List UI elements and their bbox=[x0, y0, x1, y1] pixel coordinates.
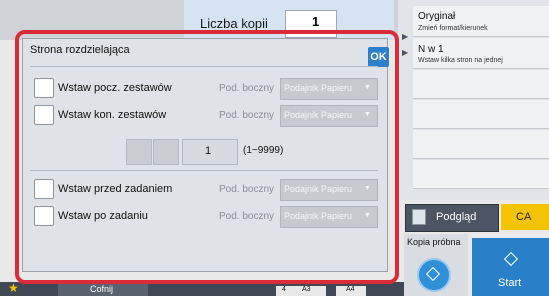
dialog-title: Strona rozdzielająca bbox=[30, 44, 130, 56]
increment-button[interactable] bbox=[153, 139, 179, 165]
tray-label: 4 bbox=[282, 286, 286, 293]
insert-after-job-checkbox[interactable] bbox=[34, 206, 54, 226]
copies-label: Liczba kopii bbox=[200, 16, 268, 31]
undo-label: Cofnij bbox=[90, 284, 114, 294]
paper-tray-value: Podajnik Papieru bbox=[284, 184, 353, 194]
tray-indicator bbox=[296, 286, 326, 296]
preview-icon bbox=[412, 209, 426, 225]
divider bbox=[30, 66, 378, 67]
right-panel-empty-item bbox=[413, 100, 549, 129]
clear-all-label: CA bbox=[516, 211, 532, 223]
side-tray-label: Pod. boczny bbox=[219, 110, 275, 121]
side-tray-label: Pod. boczny bbox=[219, 184, 275, 195]
paper-tray-value: Podajnik Papieru bbox=[284, 83, 353, 93]
dropdown-arrow-icon: ▼ bbox=[364, 111, 371, 118]
tray-label: A4 bbox=[346, 286, 355, 293]
dropdown-arrow-icon: ▼ bbox=[364, 185, 371, 192]
right-panel-empty-item bbox=[413, 70, 549, 99]
quantity-value: 1 bbox=[205, 145, 212, 157]
ok-button[interactable]: OK bbox=[368, 47, 389, 67]
right-panel-empty-item bbox=[413, 160, 549, 189]
star-icon[interactable]: ★ bbox=[8, 281, 19, 295]
dropdown-arrow-icon: ▼ bbox=[364, 212, 371, 219]
side-tray-label: Pod. boczny bbox=[219, 83, 275, 94]
play-arrow-icon: ▶ bbox=[402, 48, 409, 57]
side-tray-label: Pod. boczny bbox=[219, 211, 275, 222]
trial-copy-label: Kopia próbna bbox=[407, 237, 461, 247]
paper-tray-value: Podajnik Papieru bbox=[284, 110, 353, 120]
insert-start-label: Wstaw pocz. zestawów bbox=[58, 82, 172, 94]
start-label: Start bbox=[498, 277, 522, 289]
insert-before-job-checkbox[interactable] bbox=[34, 179, 54, 199]
n-up-subtitle: Wstaw kilka stron na jednej bbox=[418, 57, 503, 64]
play-arrow-icon: ▶ bbox=[402, 32, 409, 41]
insert-after-job-label: Wstaw po zadaniu bbox=[58, 210, 148, 222]
tray-label: A3 bbox=[302, 286, 311, 293]
paper-tray-value: Podajnik Papieru bbox=[284, 211, 353, 221]
decrement-button[interactable] bbox=[126, 139, 152, 165]
divider bbox=[30, 170, 378, 171]
copies-value: 1 bbox=[312, 14, 320, 29]
n-up-title: N w 1 bbox=[418, 44, 444, 55]
insert-end-label: Wstaw kon. zestawów bbox=[58, 109, 167, 121]
insert-start-checkbox[interactable] bbox=[34, 78, 54, 98]
insert-end-checkbox[interactable] bbox=[34, 105, 54, 125]
original-title: Oryginał bbox=[418, 11, 456, 22]
original-subtitle: Zmień format/kierunek bbox=[418, 25, 488, 32]
right-panel-empty-item bbox=[413, 130, 549, 159]
quantity-range: (1~9999) bbox=[243, 145, 284, 156]
insert-before-job-label: Wstaw przed zadaniem bbox=[58, 183, 173, 195]
preview-label: Podgląd bbox=[436, 211, 477, 223]
dropdown-arrow-icon: ▼ bbox=[364, 84, 371, 91]
